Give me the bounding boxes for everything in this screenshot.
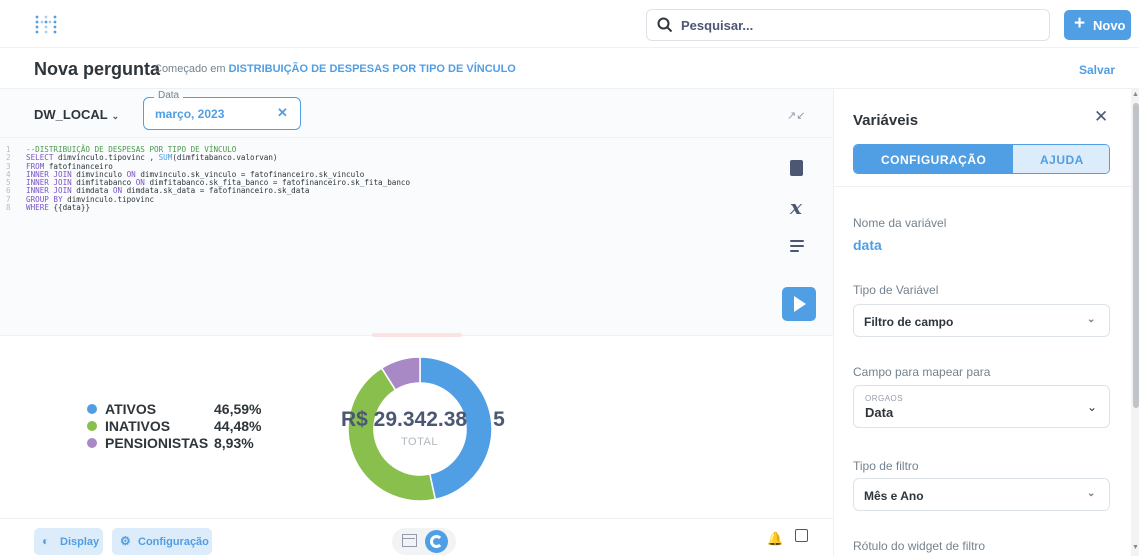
total-label: TOTAL: [401, 436, 438, 448]
date-filter-widget[interactable]: Data março, 2023 ✕: [143, 90, 301, 130]
snippets-icon[interactable]: [790, 240, 804, 255]
chevron-down-icon: ⌄: [1087, 488, 1096, 499]
legend-percentage: 8,93%: [214, 435, 254, 451]
display-icon: ◐: [42, 534, 50, 548]
variable-name-label: Nome da variável: [853, 216, 947, 230]
variables-icon[interactable]: x: [790, 195, 802, 219]
variable-type-label: Tipo de Variável: [853, 283, 939, 297]
date-filter-label: Data: [154, 90, 184, 101]
donut-slice-inativos[interactable]: [347, 367, 437, 502]
close-icon[interactable]: ✕: [1094, 107, 1108, 127]
editor-divider: [0, 137, 833, 138]
display-button[interactable]: ◐ Display: [34, 528, 103, 555]
legend-label: PENSIONISTAS: [105, 435, 209, 451]
code-token: (dimfitabanco.valorvan): [172, 153, 278, 163]
legend-swatch: [87, 438, 97, 448]
top-nav-bar: Pesquisar... + Novo: [0, 0, 1139, 48]
display-button-label: Display: [60, 536, 100, 548]
variable-type-value: Filtro de campo: [864, 315, 954, 329]
total-value-suffix: 5: [493, 408, 505, 431]
variables-panel: Variáveis ✕ CONFIGURAÇÃO AJUDA Nome da v…: [833, 89, 1139, 556]
total-value: R$ 29.342.38 5: [341, 408, 505, 432]
filter-type-value: Mês e Ano: [864, 489, 924, 503]
date-filter-value: março, 2023: [155, 107, 225, 121]
tab-help-label: AJUDA: [1040, 153, 1084, 167]
legend-percentage: 44,48%: [214, 418, 262, 434]
scroll-up-icon[interactable]: ▲: [1132, 91, 1139, 98]
plus-icon: +: [1074, 13, 1086, 34]
variable-type-select[interactable]: Filtro de campo ⌄: [853, 304, 1110, 337]
legend-label: ATIVOS: [105, 401, 157, 417]
map-field-table: ORGAOS: [865, 394, 904, 403]
search-placeholder: Pesquisar...: [681, 18, 754, 33]
subtitle-prefix: Começado em: [154, 63, 226, 75]
widget-label-label: Rótulo do widget de filtro: [853, 539, 986, 553]
scroll-down-icon[interactable]: ▼: [1132, 544, 1139, 551]
line-number: 8: [6, 203, 11, 213]
table-icon[interactable]: [402, 534, 417, 547]
variable-name-value: data: [853, 237, 882, 253]
code-token: {{data}}: [53, 203, 91, 213]
search-bar[interactable]: Pesquisar...: [646, 9, 1050, 41]
chart-icon[interactable]: [425, 530, 448, 553]
total-value-text: R$ 29.342.38: [341, 408, 468, 431]
play-icon: [794, 296, 806, 312]
sql-code-area[interactable]: 1 --DISTRIBUIÇÃO DE DESPESAS POR TIPO DE …: [6, 145, 410, 213]
scrollbar-thumb[interactable]: [1133, 103, 1139, 408]
visualization-area: ATIVOS 46,59% INATIVOS 44,48% PENSIONISTAS 8,…: [0, 337, 833, 518]
map-field-column: Data: [865, 405, 894, 420]
chevron-down-icon: ⌄: [1087, 314, 1096, 325]
panel-scrollbar[interactable]: ▲ ▼: [1131, 89, 1139, 556]
map-field-select[interactable]: ORGAOS Data ⌄: [853, 385, 1110, 428]
clear-icon[interactable]: ✕: [277, 105, 288, 121]
legend-swatch: [87, 404, 97, 414]
question-subtitle: Começado em DISTRIBUIÇÃO DE DESPESAS POR…: [154, 63, 516, 75]
panel-tabs: CONFIGURAÇÃO AJUDA: [853, 144, 1110, 174]
chevron-down-icon: ⌄: [1087, 400, 1098, 414]
variables-panel-title: Variáveis: [853, 112, 919, 129]
filter-type-label: Tipo de filtro: [853, 459, 919, 473]
query-footer: ◐ Display ⚙ Configuração 🔔: [0, 518, 833, 556]
source-question-link[interactable]: DISTRIBUIÇÃO DE DESPESAS POR TIPO DE VÍN…: [229, 63, 516, 75]
map-field-label: Campo para mapear para: [853, 365, 991, 379]
new-button[interactable]: + Novo: [1064, 10, 1131, 40]
legend-item[interactable]: PENSIONISTAS 8,93%: [87, 435, 277, 452]
legend-swatch: [87, 421, 97, 431]
database-selector[interactable]: DW_LOCAL ⌄: [34, 107, 119, 122]
code-token: WHERE: [26, 203, 54, 213]
new-button-label: Novo: [1093, 18, 1126, 33]
variables-panel-header: Variáveis ✕ CONFIGURAÇÃO AJUDA: [834, 89, 1139, 187]
tab-configuration-label: CONFIGURAÇÃO: [881, 153, 987, 167]
chevron-down-icon: ⌄: [111, 111, 120, 121]
collapse-editor-icon[interactable]: ↗↙: [787, 109, 805, 122]
question-title[interactable]: Nova pergunta: [34, 59, 160, 80]
table-chart-toggle[interactable]: [392, 528, 456, 555]
filter-type-select[interactable]: Mês e Ano ⌄: [853, 478, 1110, 511]
legend-item[interactable]: INATIVOS 44,48%: [87, 418, 277, 435]
legend-label: INATIVOS: [105, 418, 171, 434]
code-line[interactable]: 8 WHERE {{data}}: [6, 203, 410, 213]
code-token: SUM: [158, 153, 173, 163]
data-reference-icon[interactable]: [790, 160, 803, 176]
native-query-editor: DW_LOCAL ⌄ Data março, 2023 ✕ ↗↙ 1 --DISTR…: [0, 89, 833, 336]
settings-button[interactable]: ⚙ Configuração: [112, 528, 212, 555]
save-button[interactable]: Salvar: [1079, 63, 1115, 77]
legend-item[interactable]: ATIVOS 46,59%: [87, 401, 277, 418]
tab-help[interactable]: AJUDA: [1013, 145, 1109, 173]
metabase-logo-icon[interactable]: [35, 14, 57, 34]
database-name: DW_LOCAL: [34, 107, 108, 122]
question-header: Nova pergunta Começado em DISTRIBUIÇÃO D…: [0, 48, 1139, 89]
settings-button-label: Configuração: [138, 536, 209, 548]
bell-icon[interactable]: 🔔: [767, 531, 783, 547]
legend-percentage: 46,59%: [214, 401, 262, 417]
run-query-button[interactable]: [782, 287, 816, 321]
tab-configuration[interactable]: CONFIGURAÇÃO: [854, 145, 1013, 173]
open-external-icon[interactable]: [795, 529, 808, 542]
chart-legend: ATIVOS 46,59% INATIVOS 44,48% PENSIONISTAS 8,…: [87, 401, 277, 452]
search-icon: [657, 17, 673, 33]
gear-icon: ⚙: [120, 534, 131, 548]
